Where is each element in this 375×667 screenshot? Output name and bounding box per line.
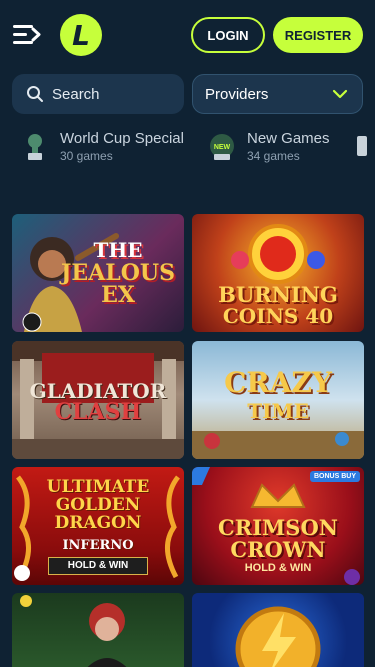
category-title: World Cup Special <box>60 130 184 147</box>
game-title: THE <box>93 238 143 262</box>
category-icon <box>357 136 367 156</box>
brand-logo-letter: L <box>72 18 90 52</box>
game-subtitle: HOLD & WIN <box>244 562 312 574</box>
game-title: BURNING <box>218 282 338 307</box>
game-title: ULTIMATE GOLDEN DRAGON <box>46 477 150 533</box>
game-title: CRAZY <box>224 366 332 399</box>
category-world-cup[interactable]: World Cup Special 30 games <box>20 130 184 163</box>
game-title: TIME <box>247 399 309 423</box>
providers-label: Providers <box>205 85 269 103</box>
game-tile[interactable]: CRAZY TIME <box>192 341 364 459</box>
category-count: 30 games <box>60 149 113 163</box>
game-title: CROWN <box>230 537 326 562</box>
game-tile[interactable]: GLADIATOR CLASH <box>12 341 184 459</box>
game-title: GLADIATOR <box>29 379 167 403</box>
providers-dropdown[interactable]: Providers <box>192 74 363 114</box>
new-badge-icon: NEW <box>210 133 234 160</box>
bonus-buy-badge: BONUS BUY <box>309 471 360 482</box>
search-box[interactable] <box>12 74 184 114</box>
search-input[interactable] <box>52 85 172 103</box>
register-button[interactable]: REGISTER <box>273 17 363 53</box>
chevron-down-icon <box>332 89 348 99</box>
game-artwork <box>20 595 127 667</box>
game-tile[interactable]: BURNING COINS 40 <box>192 214 364 332</box>
category-title: New Games <box>247 130 330 147</box>
brand-logo[interactable]: L <box>60 14 102 56</box>
game-tile[interactable]: THE JEALOUS EX <box>12 214 184 332</box>
game-artwork <box>235 606 321 667</box>
game-title: INFERNO <box>62 538 134 553</box>
category-scroller[interactable]: World Cup Special 30 games NEW New Games… <box>0 122 375 182</box>
search-icon <box>27 86 43 102</box>
game-tile[interactable]: ULTIMATE GOLDEN DRAGON INFERNO HOLD & WI… <box>12 467 184 585</box>
top-header: L LOGIN REGISTER <box>0 0 375 70</box>
game-title: CRIMSON <box>218 515 338 540</box>
game-tile[interactable] <box>12 593 184 667</box>
category-new-games[interactable]: NEW New Games 34 games <box>207 130 330 163</box>
game-title: COINS 40 <box>222 304 334 328</box>
game-tile[interactable]: BONUS BUY CRIMSON CROWN HOLD & WIN <box>192 467 364 585</box>
menu-toggle-icon[interactable] <box>12 20 42 50</box>
category-next[interactable] <box>355 130 375 160</box>
game-title: JEALOUS EX <box>61 260 175 308</box>
login-button[interactable]: LOGIN <box>191 17 265 53</box>
game-subtitle: HOLD & WIN <box>48 557 148 575</box>
category-count: 34 games <box>247 149 300 163</box>
svg-text:NEW: NEW <box>214 144 231 151</box>
trophy-icon <box>28 133 42 160</box>
game-title: CLASH <box>54 399 142 425</box>
game-tile[interactable] <box>192 593 364 667</box>
